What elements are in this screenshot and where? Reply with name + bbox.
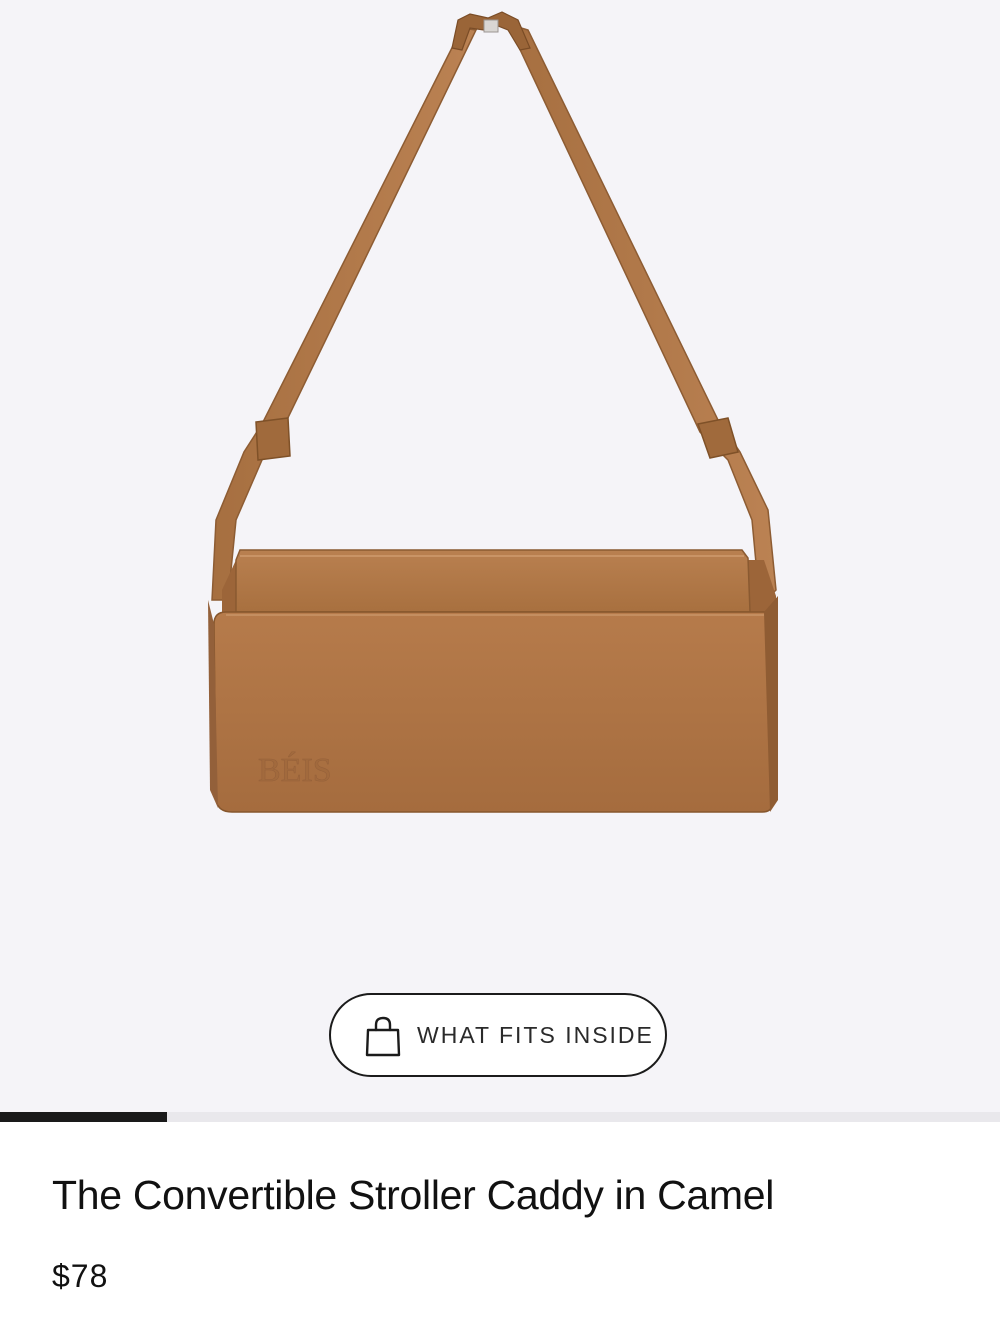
gallery-progress-bar [0,1112,1000,1122]
product-image-gallery[interactable]: BÉIS WHAT FITS INSIDE [0,0,1000,1114]
brand-emboss: BÉIS [258,752,332,789]
what-fits-inside-label: WHAT FITS INSIDE [417,1022,654,1048]
shopping-bag-icon [365,1016,401,1057]
product-page: BÉIS WHAT FITS INSIDE The Convertible St… [0,0,1000,1333]
gallery-progress-fill [0,1112,167,1122]
product-price: $78 [52,1258,109,1294]
product-title: The Convertible Stroller Caddy in Camel [52,1172,775,1218]
product-image[interactable]: BÉIS [0,0,1000,1114]
what-fits-inside-button[interactable]: WHAT FITS INSIDE [329,993,667,1077]
